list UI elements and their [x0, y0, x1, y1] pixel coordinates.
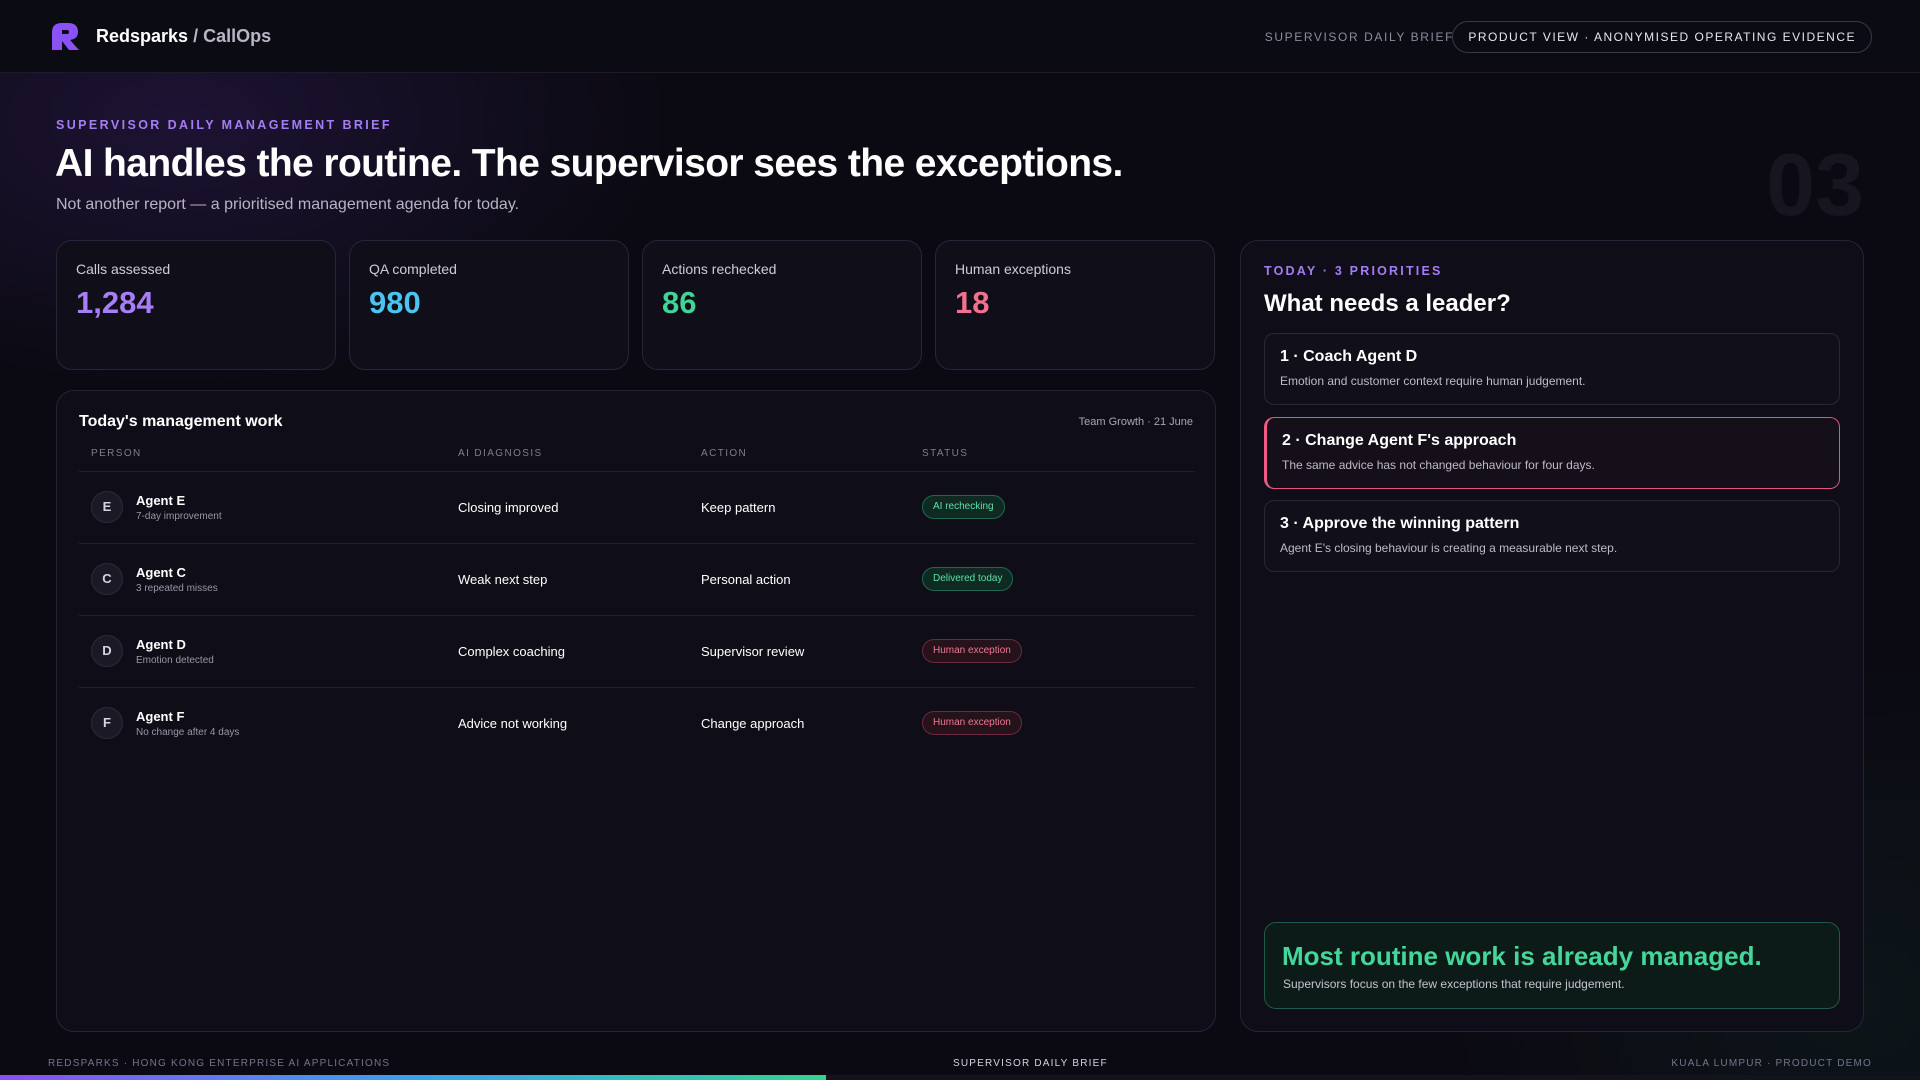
- table-row[interactable]: C Agent C 3 repeated misses Weak next st…: [79, 543, 1195, 615]
- agent-name: Agent D: [136, 637, 186, 652]
- priority-title: 1 · Coach Agent D: [1280, 348, 1418, 365]
- agent-note: 7-day improvement: [136, 511, 222, 522]
- app-brand[interactable]: Redsparks / CallOps: [96, 26, 271, 47]
- status-badge: Human exception: [922, 711, 1022, 735]
- action: Supervisor review: [701, 644, 805, 659]
- priority-card-change-agent-f[interactable]: 2 · Change Agent F's approach The same a…: [1264, 417, 1840, 489]
- priority-description: The same advice has not changed behaviou…: [1282, 458, 1595, 472]
- agent-name: Agent F: [136, 709, 185, 724]
- priority-card-coach-agent-d[interactable]: 1 · Coach Agent D Emotion and customer c…: [1264, 333, 1840, 405]
- page-number: 03: [1766, 135, 1864, 234]
- kpi-value: 86: [662, 285, 697, 320]
- kpi-value: 1,284: [76, 285, 154, 320]
- priority-description: Agent E's closing behaviour is creating …: [1280, 541, 1618, 555]
- column-header-action: ACTION: [701, 448, 748, 459]
- avatar: C: [91, 563, 123, 595]
- kpi-card-qa-completed: QA completed 980: [349, 240, 629, 370]
- action: Keep pattern: [701, 500, 776, 515]
- ai-diagnosis: Advice not working: [458, 716, 568, 731]
- top-bar: Redsparks / CallOps SUPERVISOR DAILY BRI…: [0, 0, 1920, 73]
- agent-name: Agent C: [136, 565, 186, 580]
- page-title: AI handles the routine. The supervisor s…: [55, 142, 1123, 185]
- agent-note: No change after 4 days: [136, 727, 240, 738]
- avatar: F: [91, 707, 123, 739]
- table-row[interactable]: F Agent F No change after 4 days Advice …: [79, 687, 1195, 759]
- panel-title: Today's management work: [79, 413, 283, 430]
- ai-diagnosis: Weak next step: [458, 572, 548, 587]
- kpi-label: Actions rechecked: [662, 261, 777, 277]
- agent-name: Agent E: [136, 493, 186, 508]
- avatar: E: [91, 491, 123, 523]
- status-badge: Delivered today: [922, 567, 1014, 591]
- kpi-card-human-exceptions: Human exceptions 18: [935, 240, 1215, 370]
- table-row[interactable]: E Agent E 7-day improvement Closing impr…: [79, 471, 1195, 543]
- summary-callout: Most routine work is already managed. Su…: [1264, 922, 1840, 1009]
- priority-title: 3 · Approve the winning pattern: [1280, 515, 1520, 532]
- ai-diagnosis: Closing improved: [458, 500, 559, 515]
- priorities-panel: TODAY · 3 PRIORITIES What needs a leader…: [1240, 240, 1864, 1032]
- page-subtitle: Not another report — a prioritised manag…: [56, 196, 520, 213]
- nav-label[interactable]: SUPERVISOR DAILY BRIEF: [1265, 30, 1454, 44]
- avatar: D: [91, 635, 123, 667]
- kpi-label: Calls assessed: [76, 261, 171, 277]
- column-header-status: STATUS: [922, 448, 969, 459]
- deck-progress-fill: [0, 1075, 826, 1080]
- column-header-person: PERSON: [91, 448, 142, 459]
- priorities-title: What needs a leader?: [1264, 290, 1511, 317]
- status-badge: AI rechecking: [922, 495, 1005, 519]
- kpi-label: Human exceptions: [955, 261, 1071, 277]
- kpi-value: 18: [955, 285, 990, 320]
- footer-center: SUPERVISOR DAILY BRIEF: [953, 1058, 1108, 1069]
- priority-description: Emotion and customer context require hum…: [1280, 374, 1586, 388]
- footer-right: KUALA LUMPUR · PRODUCT DEMO: [1671, 1058, 1872, 1069]
- ai-diagnosis: Complex coaching: [458, 644, 565, 659]
- kpi-card-actions-rechecked: Actions rechecked 86: [642, 240, 922, 370]
- kpi-value: 980: [369, 285, 421, 320]
- deck-progress-bar: [0, 1075, 1920, 1080]
- status-badge: Human exception: [922, 639, 1022, 663]
- table-row[interactable]: D Agent D Emotion detected Complex coach…: [79, 615, 1195, 687]
- kpi-card-calls-assessed: Calls assessed 1,284: [56, 240, 336, 370]
- brand-name: Redsparks: [96, 26, 189, 46]
- agent-note: 3 repeated misses: [136, 583, 218, 594]
- brand-product: / CallOps: [193, 26, 272, 46]
- priority-card-approve-pattern[interactable]: 3 · Approve the winning pattern Agent E'…: [1264, 500, 1840, 572]
- product-view-pill[interactable]: PRODUCT VIEW · ANONYMISED OPERATING EVID…: [1452, 21, 1872, 53]
- page-eyebrow: SUPERVISOR DAILY MANAGEMENT BRIEF: [56, 118, 392, 132]
- callout-title: Most routine work is already managed.: [1282, 941, 1762, 971]
- priorities-eyebrow: TODAY · 3 PRIORITIES: [1264, 264, 1443, 278]
- action: Personal action: [701, 572, 791, 587]
- column-header-ai-diagnosis: AI DIAGNOSIS: [458, 448, 543, 459]
- management-work-panel: Today's management work Team Growth · 21…: [56, 390, 1216, 1032]
- footer-left: REDSPARKS · HONG KONG ENTERPRISE AI APPL…: [48, 1058, 391, 1069]
- agent-note: Emotion detected: [136, 655, 214, 666]
- team-date-label: Team Growth · 21 June: [1078, 416, 1193, 428]
- callout-subtitle: Supervisors focus on the few exceptions …: [1283, 977, 1625, 991]
- action: Change approach: [701, 716, 805, 731]
- redsparks-logo-icon: [52, 23, 79, 50]
- priority-title: 2 · Change Agent F's approach: [1282, 432, 1517, 449]
- kpi-label: QA completed: [369, 261, 457, 277]
